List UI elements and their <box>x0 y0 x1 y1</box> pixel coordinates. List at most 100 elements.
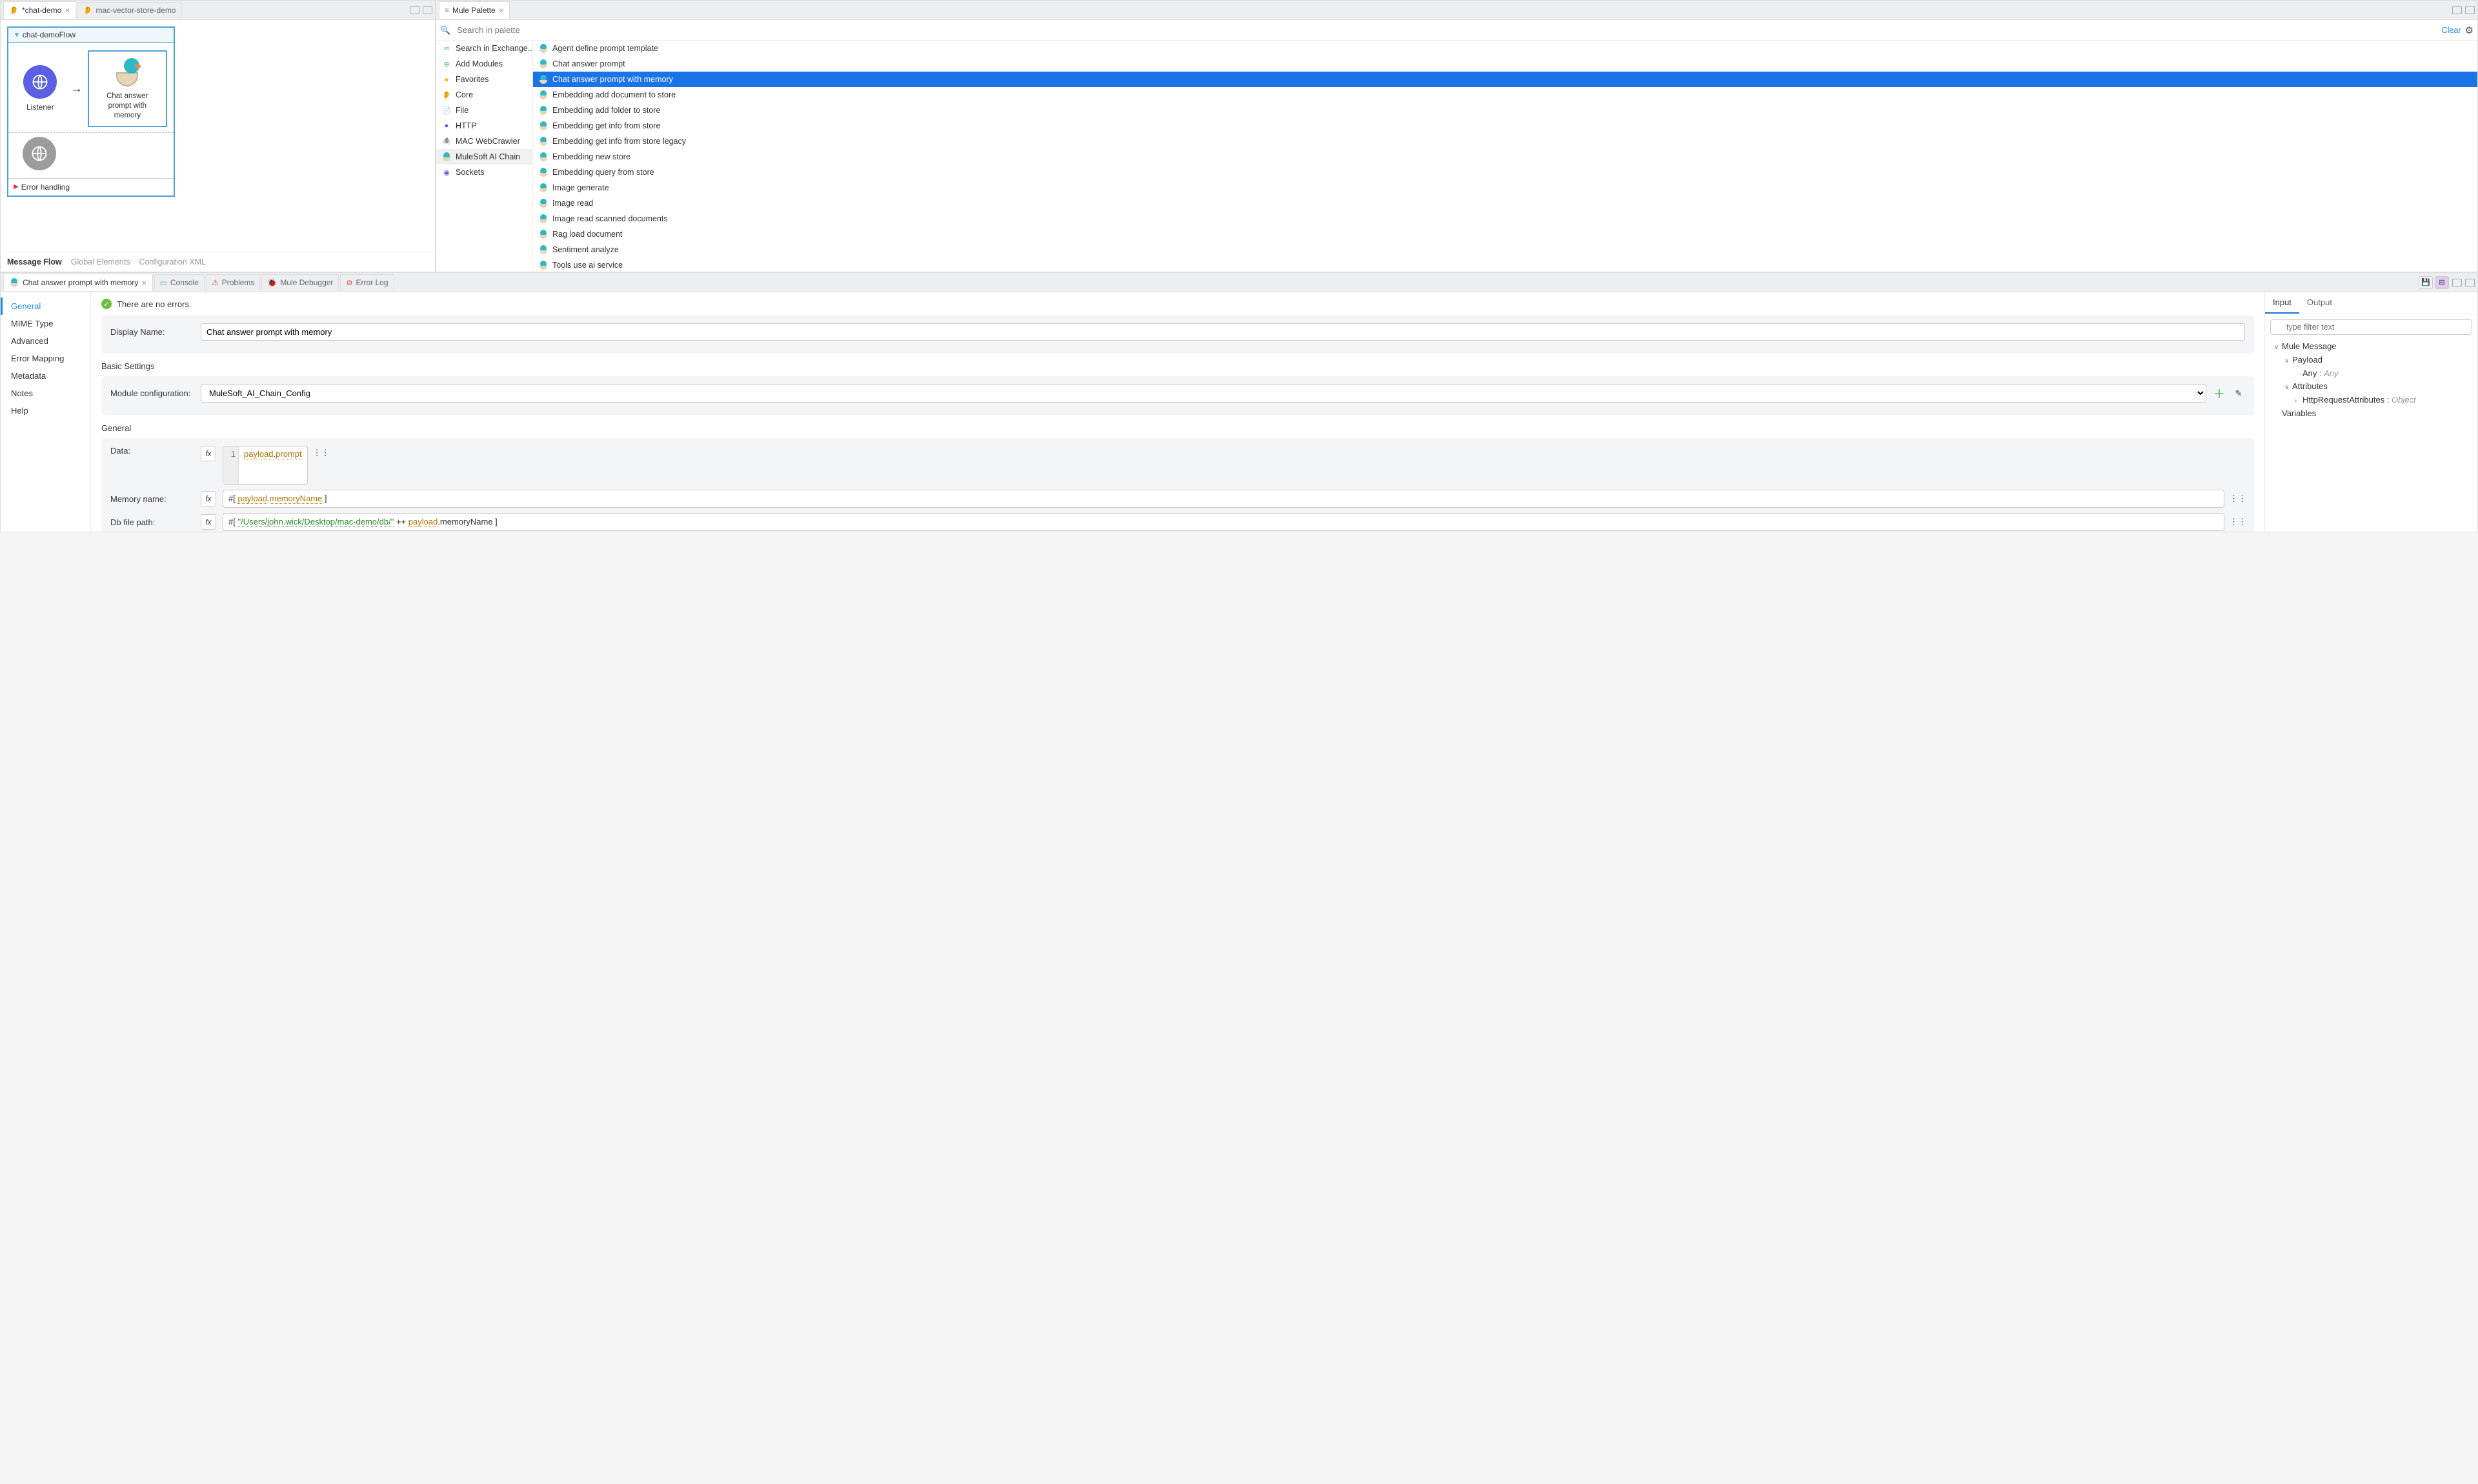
save-icon[interactable]: 💾 <box>2419 276 2433 289</box>
fx-toggle[interactable]: fx <box>201 491 216 506</box>
palette-category-search-in-exchange-[interactable]: ∞Search in Exchange.. <box>436 41 532 56</box>
palette-op-image-read-scanned-documents[interactable]: Image read scanned documents <box>533 211 2477 226</box>
palette-tab[interactable]: ≡ Mule Palette × <box>439 1 510 19</box>
tree-payload[interactable]: Payload <box>2292 355 2322 365</box>
close-icon[interactable]: × <box>65 5 70 15</box>
palette-category-sockets[interactable]: ◉Sockets <box>436 165 532 180</box>
maximize-icon[interactable] <box>423 6 432 14</box>
maximize-icon[interactable] <box>2465 279 2475 286</box>
tree-http-attr[interactable]: HttpRequestAttributes : <box>2302 395 2389 405</box>
tab-message-flow[interactable]: Message Flow <box>7 257 62 266</box>
palette-op-embedding-get-info-from-store[interactable]: Embedding get info from store <box>533 118 2477 134</box>
parrot-icon <box>538 74 549 85</box>
fx-toggle[interactable]: fx <box>201 514 216 530</box>
props-nav-advanced[interactable]: Advanced <box>1 332 90 350</box>
close-icon[interactable]: × <box>141 277 146 288</box>
palette-category-mulesoft-ai-chain[interactable]: MuleSoft AI Chain <box>436 149 532 165</box>
tree-attributes[interactable]: Attributes <box>2292 381 2328 391</box>
palette-op-embedding-new-store[interactable]: Embedding new store <box>533 149 2477 165</box>
flow-name: chat-demoFlow <box>23 30 76 39</box>
editor-tab-chat-demo[interactable]: 👂 *chat-demo × <box>3 1 76 19</box>
filter-input[interactable] <box>2270 319 2472 335</box>
editor-tab-vector-store[interactable]: 👂 mac-vector-store-demo <box>77 2 182 18</box>
bottom-tab-component[interactable]: Chat answer prompt with memory × <box>3 274 153 291</box>
metadata-tree[interactable]: ∨Mule Message ∨Payload Any : Any ∨Attrib… <box>2265 340 2477 421</box>
data-expression-editor[interactable]: 1 payload.prompt <box>223 446 308 485</box>
bottom-tab-errorlog[interactable]: ⊘ Error Log <box>340 274 394 290</box>
tree-mule-message[interactable]: Mule Message <box>2282 341 2337 351</box>
bottom-tabbar: Chat answer prompt with memory × ▭ Conso… <box>1 273 2477 292</box>
memory-name-input[interactable]: #[ payload.memoryName ] <box>223 490 2224 508</box>
props-nav-notes[interactable]: Notes <box>1 385 90 402</box>
properties-panel: Chat answer prompt with memory × ▭ Conso… <box>0 272 2478 532</box>
input-tab[interactable]: Input <box>2265 292 2299 314</box>
palette-category-favorites[interactable]: ★Favorites <box>436 72 532 87</box>
component-node[interactable]: Chat answer prompt with memory <box>88 50 167 127</box>
bottom-tab-problems[interactable]: ⚠ Problems <box>206 274 260 290</box>
listener-node[interactable]: Listener <box>15 65 66 112</box>
flow-container[interactable]: ▼ chat-demoFlow Listener → <box>7 26 175 197</box>
maximize-icon[interactable] <box>2465 6 2475 14</box>
props-nav-help[interactable]: Help <box>1 402 90 419</box>
expand-icon[interactable]: ⋮⋮ <box>314 446 328 460</box>
db-path-input[interactable]: #[ "/Users/john.wick/Desktop/mac-demo/db… <box>223 513 2224 531</box>
bottom-tab-console[interactable]: ▭ Console <box>154 274 205 290</box>
palette-op-agent-define-prompt-template[interactable]: Agent define prompt template <box>533 41 2477 56</box>
expand-icon[interactable]: ▶ <box>14 183 19 190</box>
palette-op-tools-use-ai-service[interactable]: Tools use ai service <box>533 257 2477 272</box>
module-config-label: Module configuration: <box>110 388 194 398</box>
palette-category-add-modules[interactable]: ⊕Add Modules <box>436 56 532 72</box>
close-icon[interactable]: × <box>499 5 504 15</box>
palette-op-embedding-add-document-to-store[interactable]: Embedding add document to store <box>533 87 2477 103</box>
collapse-icon[interactable]: ▼ <box>14 32 20 39</box>
properties-sidebar: GeneralMIME TypeAdvancedError MappingMet… <box>1 292 91 532</box>
edit-icon[interactable]: ✎ <box>2232 387 2245 400</box>
tree-icon[interactable]: ⊟ <box>2435 276 2449 289</box>
category-label: File <box>456 106 468 115</box>
tree-variables[interactable]: Variables <box>2282 408 2316 418</box>
display-name-label: Display Name: <box>110 327 194 337</box>
clear-link[interactable]: Clear <box>2442 26 2461 35</box>
palette-op-chat-answer-prompt-with-memory[interactable]: Chat answer prompt with memory <box>533 72 2477 87</box>
add-icon[interactable]: ＋ <box>2213 387 2226 400</box>
props-nav-error-mapping[interactable]: Error Mapping <box>1 350 90 367</box>
module-config-select[interactable]: MuleSoft_AI_Chain_Config <box>201 384 2206 403</box>
output-tab[interactable]: Output <box>2299 292 2340 314</box>
tree-any[interactable]: Any : <box>2302 368 2322 378</box>
palette-op-embedding-add-folder-to-store[interactable]: Embedding add folder to store <box>533 103 2477 118</box>
minimize-icon[interactable] <box>2452 279 2462 286</box>
palette-category-file[interactable]: 📄File <box>436 103 532 118</box>
op-label: Chat answer prompt <box>552 59 625 68</box>
props-nav-mime-type[interactable]: MIME Type <box>1 315 90 332</box>
palette-category-core[interactable]: 👂Core <box>436 87 532 103</box>
tab-global-elements[interactable]: Global Elements <box>71 257 130 266</box>
category-label: MAC WebCrawler <box>456 137 520 146</box>
bottom-tab-debugger[interactable]: 🐞 Mule Debugger <box>261 274 339 290</box>
palette-search-input[interactable] <box>454 23 2437 37</box>
palette-category-mac-webcrawler[interactable]: 🕷MAC WebCrawler <box>436 134 532 149</box>
minimize-icon[interactable] <box>2452 6 2462 14</box>
category-label: Favorites <box>456 75 489 84</box>
palette-op-chat-answer-prompt[interactable]: Chat answer prompt <box>533 56 2477 72</box>
fx-toggle[interactable]: fx <box>201 446 216 461</box>
palette-category-http[interactable]: ●HTTP <box>436 118 532 134</box>
palette-op-embedding-query-from-store[interactable]: Embedding query from store <box>533 165 2477 180</box>
flow-canvas[interactable]: ▼ chat-demoFlow Listener → <box>1 20 435 252</box>
palette-op-sentiment-analyze[interactable]: Sentiment analyze <box>533 242 2477 257</box>
palette-op-embedding-get-info-from-store-legacy[interactable]: Embedding get info from store legacy <box>533 134 2477 149</box>
tab-config-xml[interactable]: Configuration XML <box>139 257 206 266</box>
expand-icon[interactable]: ⋮⋮ <box>2231 492 2245 506</box>
op-label: Embedding add document to store <box>552 90 676 99</box>
gear-icon[interactable]: ⚙ <box>2465 25 2473 36</box>
palette-op-image-read[interactable]: Image read <box>533 196 2477 211</box>
props-nav-metadata[interactable]: Metadata <box>1 367 90 385</box>
error-handling-section[interactable]: ▶ Error handling <box>8 178 174 196</box>
props-nav-general[interactable]: General <box>1 297 90 315</box>
display-name-input[interactable] <box>201 323 2245 341</box>
expand-icon[interactable]: ⋮⋮ <box>2231 515 2245 529</box>
minimize-icon[interactable] <box>410 6 419 14</box>
flow-header[interactable]: ▼ chat-demoFlow <box>8 28 174 43</box>
palette-op-rag-load-document[interactable]: Rag load document <box>533 226 2477 242</box>
problems-icon: ⚠ <box>212 278 219 287</box>
palette-op-image-generate[interactable]: Image generate <box>533 180 2477 196</box>
